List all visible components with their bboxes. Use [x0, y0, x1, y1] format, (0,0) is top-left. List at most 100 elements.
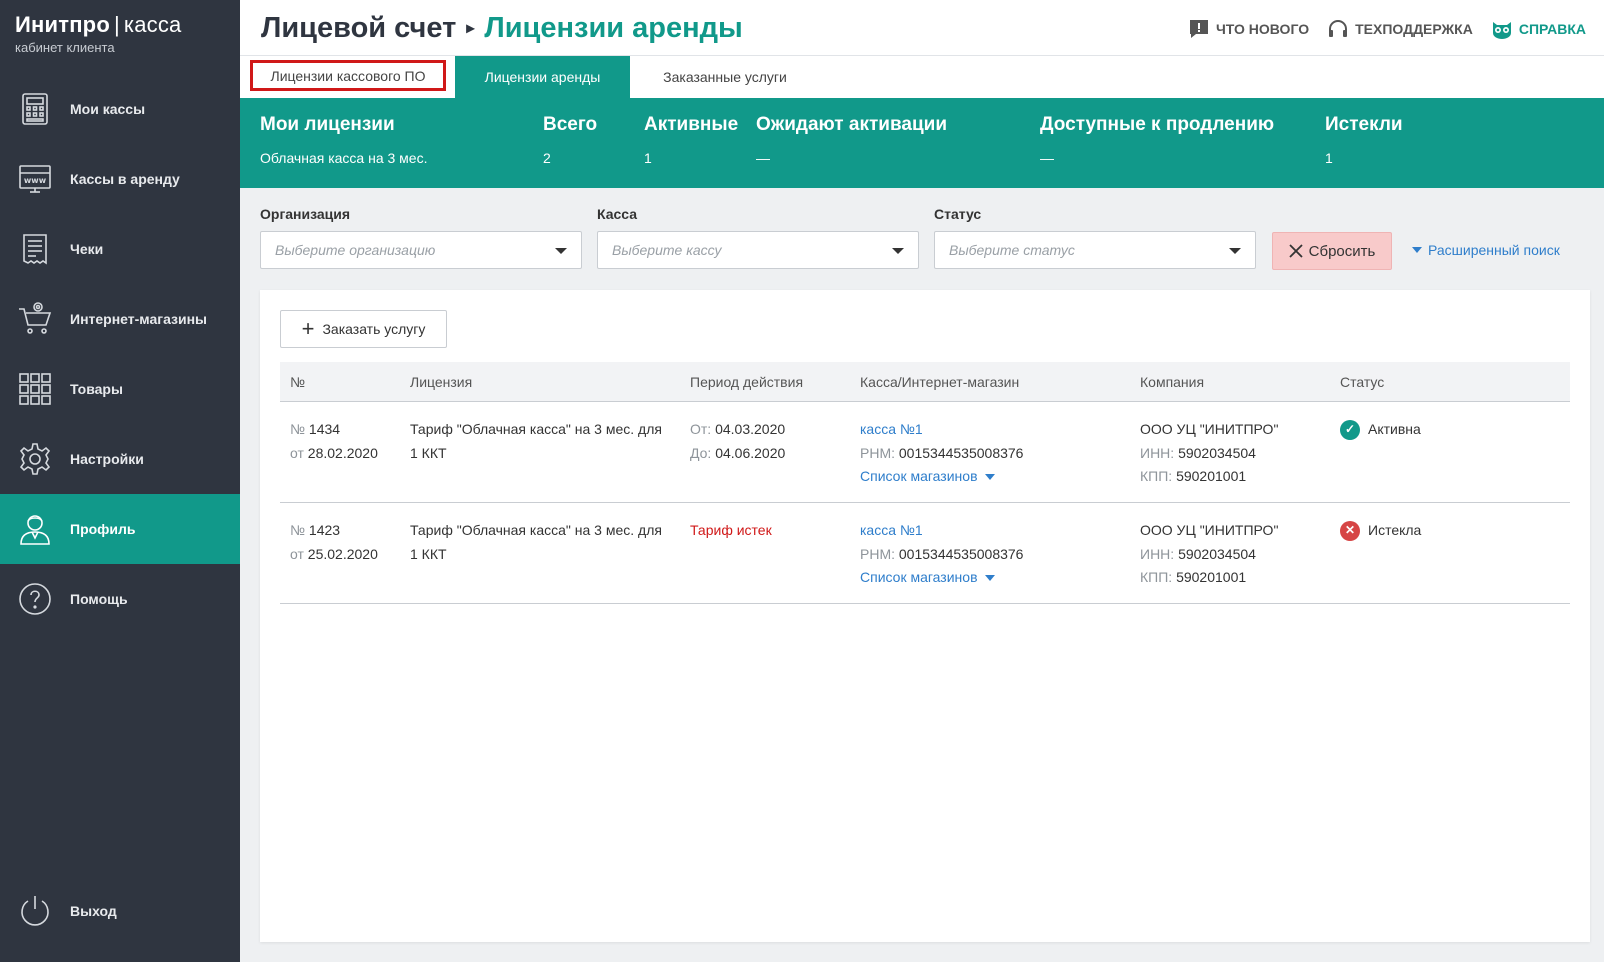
org-select[interactable]: Выберите организацию [260, 231, 582, 269]
breadcrumb-account[interactable]: Лицевой счет [261, 12, 456, 44]
sidebar-item-rent-kassy[interactable]: www Кассы в аренду [0, 144, 240, 214]
check-circle-icon: ✓ [1340, 419, 1360, 440]
license-name-line2: 1 ККТ [410, 545, 447, 562]
kpp-value: 590201001 [1176, 468, 1247, 484]
reset-button-label: Сбросить [1308, 242, 1376, 260]
sidebar-item-my-kassy[interactable]: Мои кассы [0, 74, 240, 144]
kassa-link[interactable]: касса №1 [860, 522, 923, 538]
status-label: Активна [1368, 421, 1421, 437]
kpp-value: 590201001 [1176, 569, 1247, 585]
chevron-down-icon [892, 248, 904, 254]
reset-button[interactable]: Сбросить [1272, 232, 1392, 270]
table-row: № 1423 от 25.02.2020 Тариф "Облачная кас… [280, 503, 1570, 604]
status-select-placeholder: Выберите статус [949, 242, 1075, 258]
brand-logo[interactable]: Инитпро | касса кабинет клиента [15, 12, 181, 55]
stat-label: Мои лицензии [260, 114, 395, 135]
gear-icon [16, 440, 54, 478]
shops-list-toggle[interactable]: Список магазинов [860, 566, 995, 590]
table-row: № 1434 от 28.02.2020 Тариф "Облачная кас… [280, 402, 1570, 503]
stat-my-licenses: Мои лицензии Облачная касса на 3 мес. [260, 114, 428, 166]
table-header: № Лицензия Период действия Касса/Интерне… [280, 362, 1570, 402]
kassa-cell: касса №1 РНМ: 0015344535008376 Список ма… [860, 519, 1023, 590]
tab-rent-licenses[interactable]: Лицензии аренды [455, 56, 630, 98]
plus-icon: + [301, 316, 315, 341]
period-expired-label: Тариф истек [690, 522, 772, 538]
inn-label: ИНН: [1140, 444, 1175, 461]
inn-value: 5902034504 [1178, 444, 1256, 461]
sidebar-item-label: Интернет-магазины [70, 311, 208, 327]
to-label: До: [690, 444, 712, 461]
license-number-cell: № 1434 от 28.02.2020 [290, 418, 378, 465]
www-monitor-icon: www [16, 160, 54, 198]
help-icon [16, 580, 54, 618]
advanced-search-link[interactable]: Расширенный поиск [1412, 242, 1560, 258]
stat-renewable: Доступные к продлению — [1040, 114, 1274, 166]
status-badge: ✓ Активна [1340, 418, 1421, 442]
cart-icon [16, 300, 54, 338]
sidebar-item-logout[interactable]: Выход [0, 876, 240, 946]
order-service-button[interactable]: + Заказать услугу [280, 310, 447, 348]
licenses-table: № Лицензия Период действия Касса/Интерне… [280, 362, 1570, 604]
license-number-cell: № 1423 от 25.02.2020 [290, 519, 378, 566]
kassa-filter-label: Касса [597, 206, 638, 222]
kassa-link[interactable]: касса №1 [860, 421, 923, 437]
license-name: Тариф "Облачная касса" на 3 мес. для [410, 522, 662, 538]
help-link[interactable]: СПРАВКА [1491, 18, 1586, 40]
sidebar-item-receipts[interactable]: Чеки [0, 214, 240, 284]
license-number: 1423 [308, 522, 341, 538]
license-date: 25.02.2020 [307, 545, 378, 562]
stat-label: Ожидают активации [756, 114, 947, 135]
support-link[interactable]: ТЕХПОДДЕРЖКА [1327, 18, 1473, 40]
tab-ordered-services[interactable]: Заказанные услуги [630, 56, 820, 98]
tabs: Лицензии кассового ПО Лицензии аренды За… [240, 56, 1604, 98]
license-name: Тариф "Облачная касса" на 3 мес. для [410, 421, 662, 437]
sidebar-item-profile[interactable]: Профиль [0, 494, 240, 564]
stat-label: Истекли [1325, 114, 1403, 135]
license-number: 1434 [308, 421, 341, 437]
shops-list-toggle[interactable]: Список магазинов [860, 465, 995, 489]
inn-value: 5902034504 [1178, 545, 1256, 562]
svg-text:www: www [24, 176, 47, 185]
sidebar-item-internet-shops[interactable]: Интернет-магазины [0, 284, 240, 354]
help-label: СПРАВКА [1518, 21, 1586, 37]
brand-product: касса [123, 12, 182, 37]
column-header: № [290, 373, 306, 390]
sidebar-item-label: Профиль [70, 521, 136, 537]
stat-pending: Ожидают активации — [756, 114, 947, 166]
sidebar-item-label: Настройки [70, 451, 144, 467]
chevron-down-icon [1229, 248, 1241, 254]
sidebar-item-goods[interactable]: Товары [0, 354, 240, 424]
org-filter-label: Организация [260, 206, 351, 222]
grid-icon [16, 370, 54, 408]
shops-list-label: Список магазинов [860, 569, 978, 585]
caret-down-icon [984, 574, 995, 581]
period-from: 04.03.2020 [715, 421, 786, 437]
sidebar: Инитпро | касса кабинет клиента Мои кассы … [0, 0, 240, 962]
sidebar-item-settings[interactable]: Настройки [0, 424, 240, 494]
filters: Организация Выберите организацию Касса В… [240, 188, 1604, 288]
kassa-select[interactable]: Выберите кассу [597, 231, 919, 269]
brand-name: Инитпро [15, 12, 110, 37]
status-badge: ✕ Истекла [1340, 519, 1421, 543]
order-service-label: Заказать услугу [322, 321, 426, 337]
kassa-cell: касса №1 РНМ: 0015344535008376 Список ма… [860, 418, 1023, 489]
stat-value: — [1040, 150, 1054, 166]
license-date: 28.02.2020 [307, 444, 378, 461]
column-header: Компания [1140, 373, 1205, 390]
sidebar-item-help[interactable]: Помощь [0, 564, 240, 634]
page-title: Лицензии аренды [484, 12, 743, 44]
caret-down-icon [984, 473, 995, 480]
headset-icon [1329, 20, 1348, 37]
company-cell: ООО УЦ "ИНИТПРО" ИНН: 5902034504 КПП: 59… [1140, 519, 1278, 590]
date-prefix: от [290, 545, 304, 562]
sidebar-item-label: Помощь [70, 591, 128, 607]
stat-value: Облачная касса на 3 мес. [260, 150, 428, 166]
column-header: Лицензия [410, 373, 473, 390]
caret-down-icon [1412, 247, 1422, 253]
whats-new-link[interactable]: ЧТО НОВОГО [1188, 18, 1309, 40]
tab-software-licenses[interactable]: Лицензии кассового ПО [250, 60, 446, 91]
user-icon [16, 510, 54, 548]
status-select[interactable]: Выберите статус [934, 231, 1256, 269]
stat-label: Доступные к продлению [1040, 114, 1275, 135]
stat-value: 2 [543, 150, 551, 166]
